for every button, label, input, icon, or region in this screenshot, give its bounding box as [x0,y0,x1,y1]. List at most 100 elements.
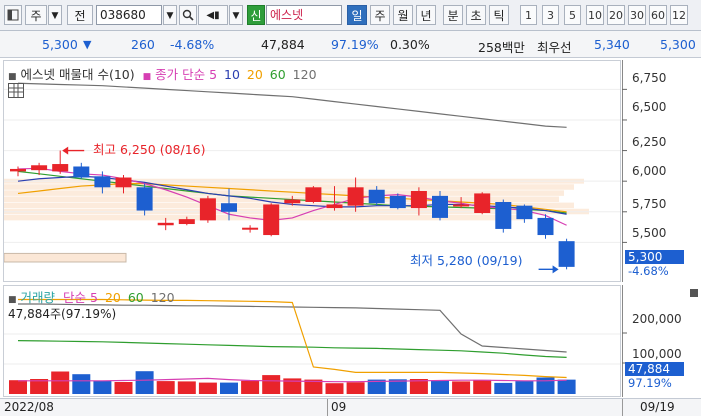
interval-button[interactable]: 1 [520,5,537,25]
volume-bar [325,383,344,394]
period-month-button[interactable]: 월 [393,5,413,25]
candle [242,227,259,230]
candle [115,177,132,188]
period-year-button[interactable]: 년 [416,5,436,25]
candle [453,204,470,207]
interval-button[interactable]: 60 [649,5,667,25]
candle [537,217,554,236]
candle [347,187,364,206]
volume-bar [9,380,27,394]
y-tick-label: 5,500 [632,226,667,240]
candle [199,198,216,221]
volume-bar [220,382,238,394]
volume-bar [473,379,492,394]
interval-button[interactable]: 5 [564,5,581,25]
candle [94,176,111,188]
price-change-pct: -4.68% [170,37,215,52]
best-ask-label: 최우선 [537,40,572,55]
candle [136,187,153,211]
last-change-tag: -4.68% [628,264,669,278]
y-tick-label: 100,000 [632,347,682,361]
type-select[interactable]: 전 [67,5,93,25]
volume-legend: ■ 거래량 단순 5 20 60 120 [8,287,175,306]
new-listing-badge: 신 [247,5,265,25]
volume-bar [452,381,471,394]
volume-bar [536,377,555,394]
candle [31,165,48,171]
candle [495,201,512,229]
y-tick-label: 6,000 [632,164,667,178]
volume-label: 거래량 [20,290,56,305]
trade-amount: 258백만 [478,40,525,55]
volume-bar [93,380,112,394]
interval-button[interactable]: 12 [670,5,688,25]
candle [73,166,90,178]
current-price: 5,300 [42,37,78,52]
vol-ma-label: 단순 [63,290,87,305]
vol-ma120-label: 120 [150,290,175,305]
volume-profile-label: 에스넷 매물대 수(10) [20,67,135,82]
y-tick-label: 5,750 [632,197,667,211]
market-dropdown-icon[interactable]: ▼ [48,5,62,25]
candle [284,199,301,204]
y-tick-label: 6,250 [632,135,667,149]
window-icon[interactable] [4,5,22,25]
ma20-label: 20 [246,67,263,82]
period-minute-button[interactable]: 분 [443,5,463,25]
volume-chart-panel[interactable]: ■ 거래량 단순 5 20 60 120 47,884주(97.19%) [3,285,621,397]
low-arrow-head [552,265,559,274]
sound-icon[interactable]: ◀▮ [198,5,228,25]
search-icon[interactable] [179,5,197,25]
turnover-pct: 0.30% [390,37,430,52]
volume-bar [494,382,513,394]
volume-y-axis: 200,000 100,000 47,884 97.19% [622,285,701,397]
volume-bar [198,382,217,394]
stock-name-field[interactable]: 에스넷 [266,5,342,25]
legend-marker-icon: ■ [8,295,17,305]
period-day-button[interactable]: 일 [347,5,367,25]
interval-button[interactable]: 3 [542,5,559,25]
price-chart-panel[interactable]: ■ 에스넷 매물대 수(10) ■ 종가 단순 5 10 20 60 120 최… [3,60,621,282]
x-label-end: 09/19 [640,400,675,414]
y-tick-label: 6,750 [632,71,667,85]
interval-button[interactable]: 30 [628,5,646,25]
volume-bar [114,382,133,394]
period-week-button[interactable]: 주 [370,5,390,25]
toolbar: 주 ▼ 전 038680 ▼ ◀▮ ▼ 신 에스넷 일 주 월 년 분 초 틱 … [0,0,701,31]
vol-ma60-label: 60 [127,290,144,305]
volume-ratio: 97.19% [331,37,379,52]
period-tick-button[interactable]: 틱 [489,5,509,25]
sound-dropdown-icon[interactable]: ▼ [229,5,243,25]
code-dropdown-icon[interactable]: ▼ [163,5,177,25]
volume-bar [431,380,449,394]
price-chart[interactable] [4,61,620,281]
market-select[interactable]: 주 [25,5,47,25]
y-tick-label: 6,500 [632,100,667,114]
stock-code-input[interactable]: 038680 [96,5,162,25]
x-label-mid: 09 [331,400,347,414]
grid-table-icon[interactable] [8,83,24,98]
volume-bar [135,371,154,394]
last-price-tag: 5,300 [625,250,684,264]
candle [432,195,448,218]
candle [221,203,237,212]
interval-button[interactable]: 10 [586,5,604,25]
high-annotation: 최고 6,250 (08/16) [93,142,206,157]
x-axis: 2022/08 09 09/19 [0,398,701,416]
volume-bar [72,374,91,394]
price-change: 260 [131,37,155,52]
interval-button[interactable]: 20 [607,5,625,25]
volume-bar [346,382,365,394]
quote-bar: 5,300 ▼ 260 -4.68% 47,884 97.19% 0.30% 2… [0,31,701,58]
maximize-icon[interactable] [690,289,698,297]
period-second-button[interactable]: 초 [466,5,486,25]
price-legend: ■ 에스넷 매물대 수(10) ■ 종가 단순 5 10 20 60 120 [8,64,317,83]
candle [389,195,406,209]
candle [326,204,343,209]
ma-label: 종가 단순 [155,67,206,82]
candle [52,164,69,172]
price-y-axis: 6,750 6,500 6,250 6,000 5,750 5,500 5,30… [622,60,701,282]
volume-bar [51,371,70,394]
best-ask-price: 5,340 [594,37,630,52]
x-label-start: 2022/08 [4,400,54,414]
